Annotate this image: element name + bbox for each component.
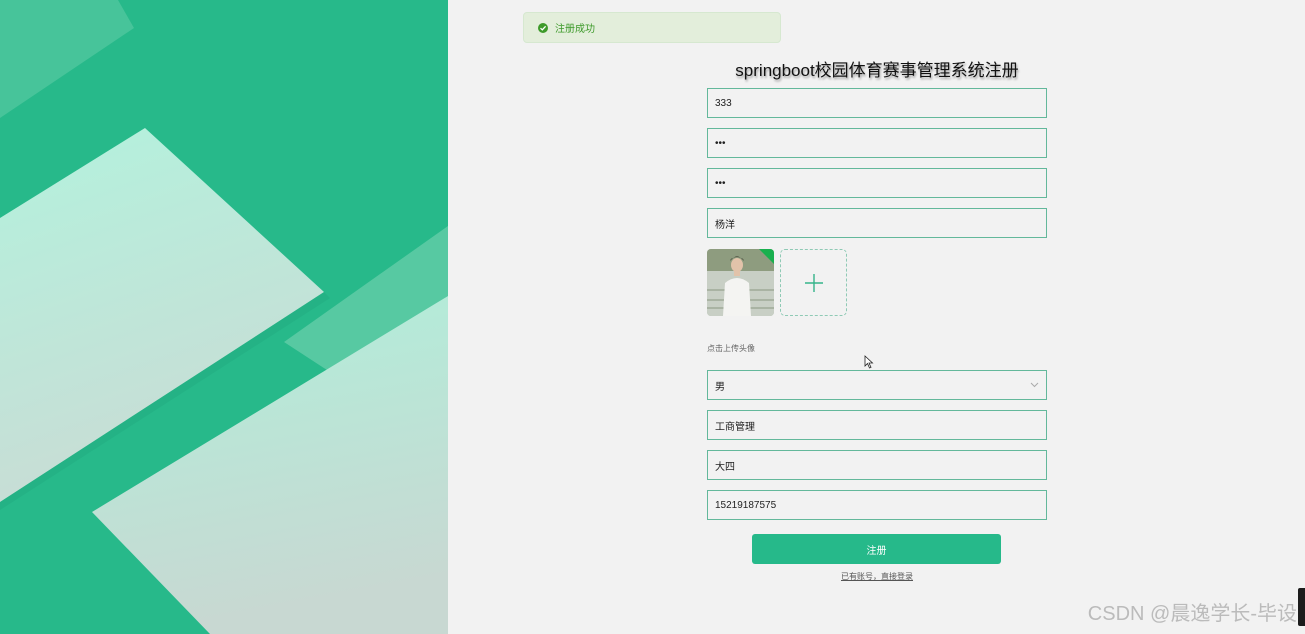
major-input[interactable]: 工商管理: [707, 410, 1047, 440]
page-title: springboot校园体育赛事管理系统注册: [735, 61, 1019, 80]
name-value: 杨洋: [715, 219, 735, 231]
toast-message: 注册成功: [555, 24, 595, 35]
gender-select[interactable]: 男: [707, 370, 1047, 400]
avatar-preview[interactable]: [707, 249, 774, 316]
phone-input[interactable]: 15219187575: [707, 490, 1047, 520]
upload-hint-text: 点击上传头像: [707, 344, 755, 353]
geometric-background-illustration: [0, 0, 448, 634]
grade-value: 大四: [715, 461, 735, 473]
chevron-down-icon: [1030, 380, 1039, 391]
register-button[interactable]: 注册: [752, 534, 1001, 564]
name-input[interactable]: 杨洋: [707, 208, 1047, 238]
mouse-cursor-icon: [864, 355, 874, 369]
register-page: 注册成功 springboot校园体育赛事管理系统注册 333 ••• ••• …: [0, 0, 1305, 634]
account-value: 333: [715, 97, 732, 109]
side-scroll-tab[interactable]: [1298, 588, 1305, 626]
avatar-photo: [707, 249, 774, 316]
password-input[interactable]: •••: [707, 128, 1047, 158]
account-input[interactable]: 333: [707, 88, 1047, 118]
decorative-background-panel: [0, 0, 448, 634]
avatar-upload-button[interactable]: [780, 249, 847, 316]
major-value: 工商管理: [715, 421, 755, 433]
plus-icon: [804, 273, 823, 292]
confirm-password-input[interactable]: •••: [707, 168, 1047, 198]
grade-input[interactable]: 大四: [707, 450, 1047, 480]
password-value: •••: [715, 137, 726, 149]
gender-selected-value: 男: [715, 381, 725, 393]
check-circle-icon: [538, 22, 548, 33]
watermark-text: CSDN @晨逸学长-毕设: [1087, 603, 1297, 625]
success-toast: 注册成功: [523, 12, 781, 43]
confirm-password-value: •••: [715, 177, 726, 189]
login-link[interactable]: 已有账号，直接登录: [707, 571, 1047, 582]
phone-value: 15219187575: [715, 499, 777, 511]
